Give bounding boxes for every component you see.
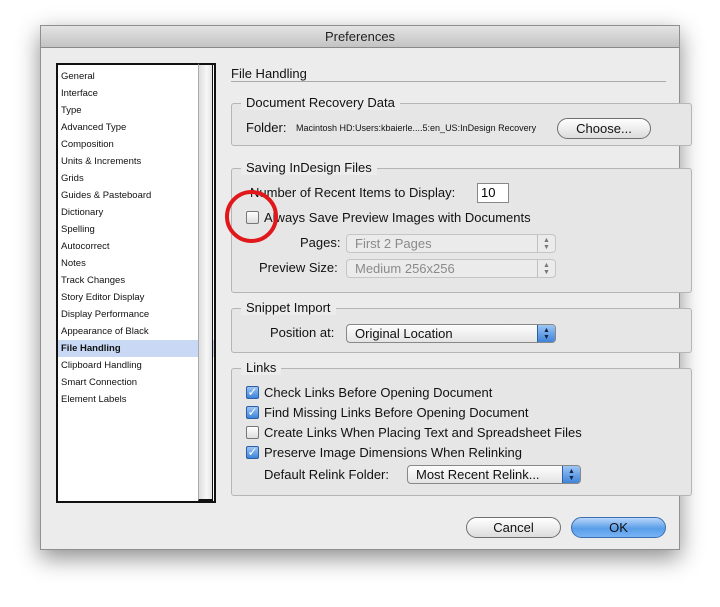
sidebar-item-file-handling[interactable]: File Handling [58,340,214,357]
ok-button[interactable]: OK [571,517,666,538]
relink-folder-select[interactable]: Most Recent Relink... ▲ ▼ [407,465,581,484]
page-title: File Handling [231,66,307,81]
folder-label: Folder: [246,120,287,135]
recovery-group-label: Document Recovery Data [241,95,400,110]
create-links-checkbox[interactable] [246,426,259,439]
stepper-arrows-icon: ▲ ▼ [537,325,555,342]
find-missing-links-label: Find Missing Links Before Opening Docume… [264,405,529,420]
links-group-label: Links [241,360,282,375]
checkmark-icon: ✓ [247,445,258,459]
stepper-arrows-icon: ▲ ▼ [537,235,555,252]
relink-folder-value: Most Recent Relink... [416,467,540,482]
checkmark-icon: ✓ [247,405,258,419]
sidebar-item-notes[interactable]: Notes [58,255,214,272]
stepper-arrows-icon: ▲ ▼ [562,466,580,483]
sidebar-item-display-performance[interactable]: Display Performance [58,306,214,323]
sidebar-item-grids[interactable]: Grids [58,170,214,187]
sidebar-item-type[interactable]: Type [58,102,214,119]
recent-items-input[interactable]: 10 [477,183,509,203]
preview-size-select[interactable]: Medium 256x256 ▲ ▼ [346,259,556,278]
sidebar-item-interface[interactable]: Interface [58,85,214,102]
sidebar-item-composition[interactable]: Composition [58,136,214,153]
pages-label: Pages: [300,235,341,250]
preview-size-label: Preview Size: [259,260,338,275]
sidebar-item-dictionary[interactable]: Dictionary [58,204,214,221]
sidebar-item-element-labels[interactable]: Element Labels [58,391,214,408]
position-at-label: Position at: [270,325,335,340]
sidebar-item-smart-connection[interactable]: Smart Connection [58,374,214,391]
sidebar-item-appearance-of-black[interactable]: Appearance of Black [58,323,214,340]
preview-images-label: Always Save Preview Images with Document… [264,210,531,225]
position-value: Original Location [355,326,453,341]
sidebar-item-autocorrect[interactable]: Autocorrect [58,238,214,255]
pages-select[interactable]: First 2 Pages ▲ ▼ [346,234,556,253]
recent-items-label: Number of Recent Items to Display: [250,185,456,200]
sidebar-item-advanced-type[interactable]: Advanced Type [58,119,214,136]
preview-size-value: Medium 256x256 [355,261,455,276]
find-missing-links-checkbox[interactable]: ✓ [246,406,259,419]
check-links-checkbox[interactable]: ✓ [246,386,259,399]
sidebar-item-general[interactable]: General [58,68,214,85]
title-divider [231,81,666,82]
saving-group-label: Saving InDesign Files [241,160,377,175]
folder-path: Macintosh HD:Users:kbaierle....5:en_US:I… [296,123,537,133]
preserve-dimensions-checkbox[interactable]: ✓ [246,446,259,459]
sidebar-item-spelling[interactable]: Spelling [58,221,214,238]
checkmark-icon: ✓ [247,385,258,399]
sidebar-item-track-changes[interactable]: Track Changes [58,272,214,289]
sidebar-item-guides-pasteboard[interactable]: Guides & Pasteboard [58,187,214,204]
create-links-label: Create Links When Placing Text and Sprea… [264,425,582,440]
sidebar-item-units-increments[interactable]: Units & Increments [58,153,214,170]
dialog-title: Preferences [41,26,679,48]
check-links-label: Check Links Before Opening Document [264,385,493,400]
preferences-dialog: Preferences General Interface Type Advan… [40,25,692,550]
sidebar-scrollbar[interactable] [198,63,213,501]
snippet-group-label: Snippet Import [241,300,336,315]
relink-folder-label: Default Relink Folder: [264,467,389,482]
highlight-circle [225,190,278,243]
position-select[interactable]: Original Location ▲ ▼ [346,324,556,343]
preserve-dimensions-label: Preserve Image Dimensions When Relinking [264,445,522,460]
sidebar-item-clipboard-handling[interactable]: Clipboard Handling [58,357,214,374]
choose-button[interactable]: Choose... [557,118,651,139]
cancel-button[interactable]: Cancel [466,517,561,538]
pages-value: First 2 Pages [355,236,432,251]
stepper-arrows-icon: ▲ ▼ [537,260,555,277]
category-list[interactable]: General Interface Type Advanced Type Com… [56,63,216,503]
sidebar-item-story-editor-display[interactable]: Story Editor Display [58,289,214,306]
